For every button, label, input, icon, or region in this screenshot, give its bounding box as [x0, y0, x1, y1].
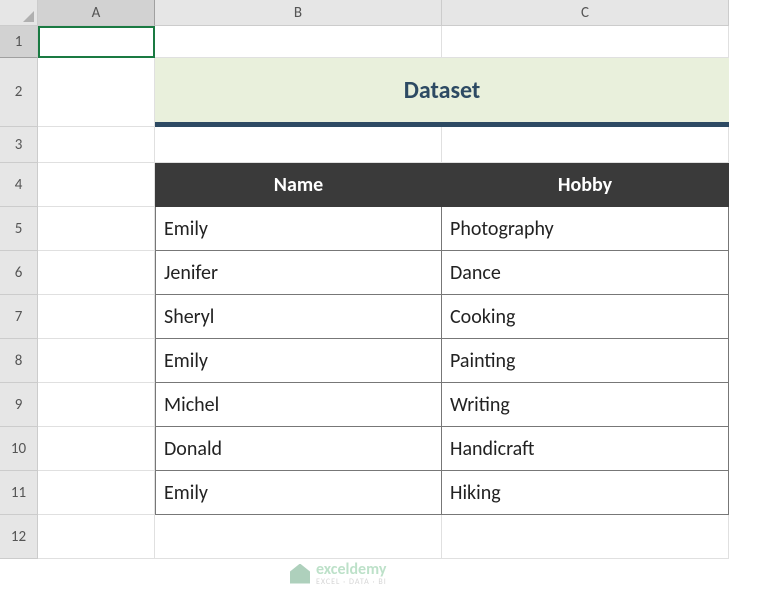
watermark-brand: exceldemy	[316, 560, 386, 579]
row-header-7[interactable]: 7	[0, 295, 38, 339]
cell-hobby[interactable]: Hiking	[442, 471, 729, 515]
cell-A2[interactable]	[38, 58, 155, 127]
row-header-12[interactable]: 12	[0, 515, 38, 559]
cell-A9[interactable]	[38, 383, 155, 427]
row-header-8[interactable]: 8	[0, 339, 38, 383]
cell-name[interactable]: Emily	[155, 339, 442, 383]
row-header-1[interactable]: 1	[0, 26, 38, 58]
cell-A3[interactable]	[38, 127, 155, 163]
row-headers: 1 2 3 4 5 6 7 8 9 10 11 12	[0, 26, 38, 559]
table-row: Michel Writing	[155, 383, 729, 427]
cell-name[interactable]: Michel	[155, 383, 442, 427]
cell-hobby[interactable]: Cooking	[442, 295, 729, 339]
cell-hobby[interactable]: Dance	[442, 251, 729, 295]
table-row: Emily Painting	[155, 339, 729, 383]
select-all-corner[interactable]	[0, 0, 38, 26]
cell-hobby[interactable]: Writing	[442, 383, 729, 427]
row-header-4[interactable]: 4	[0, 163, 38, 207]
cell-A7[interactable]	[38, 295, 155, 339]
table-row: Emily Photography	[155, 207, 729, 251]
table-header-row: Name Hobby	[155, 163, 729, 207]
cell-C1[interactable]	[442, 26, 729, 58]
row-header-2[interactable]: 2	[0, 58, 38, 127]
header-name[interactable]: Name	[155, 163, 442, 207]
cell-name[interactable]: Emily	[155, 471, 442, 515]
column-headers: A B C	[38, 0, 729, 26]
row-header-11[interactable]: 11	[0, 471, 38, 515]
table-row: Emily Hiking	[155, 471, 729, 515]
table-row: Sheryl Cooking	[155, 295, 729, 339]
cell-B1[interactable]	[155, 26, 442, 58]
row-header-10[interactable]: 10	[0, 427, 38, 471]
cell-hobby[interactable]: Photography	[442, 207, 729, 251]
col-header-B[interactable]: B	[155, 0, 442, 26]
cell-A1[interactable]	[38, 26, 155, 58]
cell-hobby[interactable]: Painting	[442, 339, 729, 383]
cell-hobby[interactable]: Handicraft	[442, 427, 729, 471]
dataset-title[interactable]: Dataset	[155, 58, 729, 127]
cell-A12[interactable]	[38, 515, 155, 559]
col-header-C[interactable]: C	[442, 0, 729, 26]
cell-A5[interactable]	[38, 207, 155, 251]
header-hobby[interactable]: Hobby	[442, 163, 729, 207]
row-header-9[interactable]: 9	[0, 383, 38, 427]
table-row: Donald Handicraft	[155, 427, 729, 471]
cell-A6[interactable]	[38, 251, 155, 295]
watermark: exceldemy EXCEL · DATA · BI	[290, 560, 387, 587]
cell-A10[interactable]	[38, 427, 155, 471]
cell-C3[interactable]	[442, 127, 729, 163]
cell-C12[interactable]	[442, 515, 729, 559]
cell-B12[interactable]	[155, 515, 442, 559]
spreadsheet-area: A B C 1 2 3 4 5 6 7 8 9 10 11 12 Dataset…	[0, 0, 767, 612]
cell-B3[interactable]	[155, 127, 442, 163]
data-table: Name Hobby Emily Photography Jenifer Dan…	[155, 163, 729, 515]
watermark-logo-icon	[290, 564, 310, 584]
cell-A4[interactable]	[38, 163, 155, 207]
cell-name[interactable]: Donald	[155, 427, 442, 471]
watermark-text: exceldemy EXCEL · DATA · BI	[316, 560, 387, 587]
cell-A8[interactable]	[38, 339, 155, 383]
cell-name[interactable]: Jenifer	[155, 251, 442, 295]
cell-name[interactable]: Sheryl	[155, 295, 442, 339]
watermark-tagline: EXCEL · DATA · BI	[316, 577, 387, 587]
cell-name[interactable]: Emily	[155, 207, 442, 251]
cell-A11[interactable]	[38, 471, 155, 515]
col-header-A[interactable]: A	[38, 0, 155, 26]
table-row: Jenifer Dance	[155, 251, 729, 295]
row-header-3[interactable]: 3	[0, 127, 38, 163]
row-header-5[interactable]: 5	[0, 207, 38, 251]
row-header-6[interactable]: 6	[0, 251, 38, 295]
